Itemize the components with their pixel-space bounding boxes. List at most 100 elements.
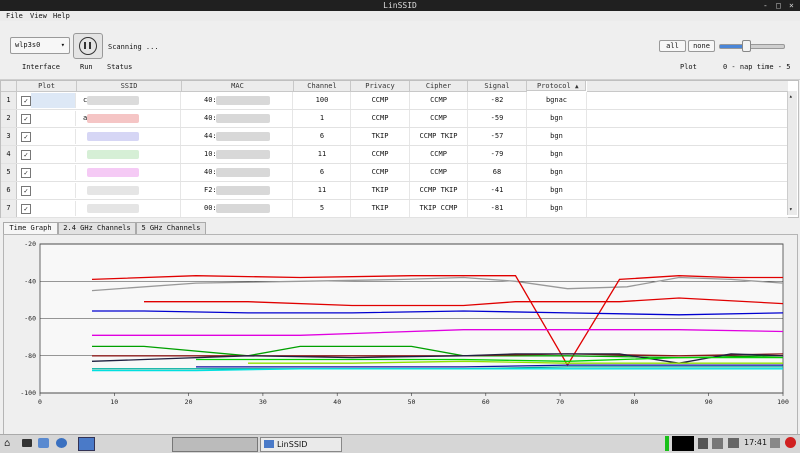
y-tick-label: -40	[24, 277, 36, 285]
chevron-down-icon: ▾	[60, 41, 65, 49]
menu-file[interactable]: File	[6, 12, 23, 20]
plot-checkbox[interactable]: ✓	[21, 204, 31, 214]
y-tick-label: -80	[24, 352, 36, 360]
menu-view[interactable]: View	[30, 12, 47, 20]
power-icon[interactable]	[785, 437, 796, 448]
x-tick-label: 50	[408, 398, 416, 406]
menu-help[interactable]: Help	[53, 12, 70, 20]
col-header-privacy[interactable]: Privacy	[351, 81, 410, 92]
tab-5ghz-channels[interactable]: 5 GHz Channels	[136, 222, 206, 234]
interface-value: wlp3s0	[15, 41, 41, 49]
nap-slider-handle[interactable]	[741, 40, 751, 52]
close-icon[interactable]: ×	[789, 1, 794, 10]
nap-slider-track[interactable]	[719, 44, 785, 49]
taskbar: ⌂ LinSSID 17:41	[0, 434, 800, 453]
minimize-icon[interactable]: -	[763, 1, 768, 10]
plot-color-cell	[31, 183, 76, 198]
x-tick-label: 40	[333, 398, 341, 406]
table-row[interactable]: 5 ✓ 40: 6 CCMP CCMP 68 bgn	[1, 164, 788, 182]
signal-cell: -79	[468, 146, 527, 163]
plot-checkbox[interactable]: ✓	[21, 114, 31, 124]
signal-cell: -41	[468, 182, 527, 199]
row-number: 7	[1, 200, 17, 217]
scroll-down-icon[interactable]: ▾	[789, 206, 793, 213]
protocol-cell: bgnac	[527, 92, 587, 109]
cipher-cell: CCMP	[410, 92, 468, 109]
channel-cell: 6	[294, 164, 351, 181]
mac-redacted	[216, 168, 270, 177]
ssid-table[interactable]: Plot SSID MAC Channel Privacy Cipher Sig…	[0, 80, 799, 218]
start-menu-icon[interactable]: ⌂	[4, 438, 10, 449]
all-button[interactable]: all	[659, 40, 686, 52]
workspace-pager[interactable]	[172, 437, 258, 452]
cpu-graph	[672, 436, 694, 451]
table-row[interactable]: 7 ✓ 00: 5 TKIP TKIP CCMP -81 bgn	[1, 200, 788, 218]
col-header-ssid[interactable]: SSID	[77, 81, 182, 92]
col-header-protocol[interactable]: Protocol ▲	[527, 81, 586, 91]
lock-icon[interactable]	[770, 438, 780, 448]
window-titlebar: LinSSID - □ ×	[0, 0, 800, 11]
table-row[interactable]: 4 ✓ 10: 11 CCMP CCMP -79 bgn	[1, 146, 788, 164]
time-graph-chart: -20 -40 -60 -80 -1000 10 20 30 40 50 60 70 80 90 100	[20, 240, 789, 406]
privacy-cell: CCMP	[351, 164, 410, 181]
row-number: 3	[1, 128, 17, 145]
col-header-cipher[interactable]: Cipher	[410, 81, 468, 92]
ssid-redacted	[87, 186, 139, 195]
signal-cell: -82	[468, 92, 527, 109]
taskbar-linssid-button[interactable]: LinSSID	[260, 437, 342, 452]
naptime-label: 0 - nap time - 5	[723, 63, 791, 71]
menu-bar: File View Help	[0, 11, 800, 21]
plot-checkbox[interactable]: ✓	[21, 96, 31, 106]
col-header-channel[interactable]: Channel	[294, 81, 351, 92]
file-manager-icon[interactable]	[38, 438, 49, 448]
interface-select[interactable]: wlp3s0 ▾	[10, 37, 70, 54]
table-row[interactable]: 1 ✓ c 40: 100 CCMP CCMP -82 bgnac	[1, 92, 788, 110]
status-label: Status	[107, 63, 133, 71]
mac-redacted	[216, 204, 270, 213]
cipher-cell: CCMP	[410, 146, 468, 163]
col-header-plot[interactable]: Plot	[17, 81, 77, 92]
ssid-redacted	[87, 132, 139, 141]
volume-icon[interactable]	[728, 438, 739, 448]
mac-redacted	[216, 96, 270, 105]
status-text: Scanning ...	[108, 43, 159, 51]
table-row[interactable]: 3 ✓ 44: 6 TKIP CCMP TKIP -57 bgn	[1, 128, 788, 146]
browser-icon[interactable]	[56, 438, 67, 448]
window-title: LinSSID	[383, 1, 417, 10]
terminal-icon[interactable]	[22, 439, 32, 447]
plot-checkbox[interactable]: ✓	[21, 186, 31, 196]
channel-cell: 1	[294, 110, 351, 127]
plot-checkbox[interactable]: ✓	[21, 132, 31, 142]
plot-color-cell	[31, 111, 76, 126]
run-pause-button[interactable]	[73, 33, 103, 59]
y-tick-label: -100	[20, 389, 36, 397]
none-button[interactable]: none	[688, 40, 715, 52]
scroll-up-icon[interactable]: ▴	[789, 93, 793, 100]
col-header-mac[interactable]: MAC	[182, 81, 294, 92]
col-header-protocol-label: Protocol	[537, 82, 571, 90]
sort-arrow-icon: ▲	[574, 83, 579, 90]
table-scrollbar[interactable]: ▴ ▾	[787, 91, 797, 215]
protocol-cell: bgn	[527, 200, 587, 217]
cipher-cell: CCMP	[410, 110, 468, 127]
maximize-icon[interactable]: □	[776, 1, 781, 10]
table-row[interactable]: 2 ✓ a 40: 1 CCMP CCMP -59 bgn	[1, 110, 788, 128]
clock: 17:41	[744, 438, 768, 447]
x-tick-label: 70	[556, 398, 564, 406]
y-tick-label: -20	[24, 240, 36, 248]
plot-color-cell	[31, 129, 76, 144]
plot-checkbox[interactable]: ✓	[21, 150, 31, 160]
table-row[interactable]: 6 ✓ F2: 11 TKIP CCMP TKIP -41 bgn	[1, 182, 788, 200]
plot-color-cell	[31, 93, 76, 108]
mac-redacted	[216, 132, 270, 141]
x-tick-label: 10	[110, 398, 118, 406]
plot-color-cell	[31, 201, 76, 216]
desktop-icon[interactable]	[78, 437, 95, 451]
protocol-cell: bgn	[527, 128, 587, 145]
network-icon[interactable]	[712, 438, 723, 449]
clipboard-icon[interactable]	[698, 438, 708, 449]
tab-24ghz-channels[interactable]: 2.4 GHz Channels	[58, 222, 136, 234]
plot-checkbox[interactable]: ✓	[21, 168, 31, 178]
linssid-window-icon	[264, 440, 274, 448]
col-header-signal[interactable]: Signal	[468, 81, 527, 92]
